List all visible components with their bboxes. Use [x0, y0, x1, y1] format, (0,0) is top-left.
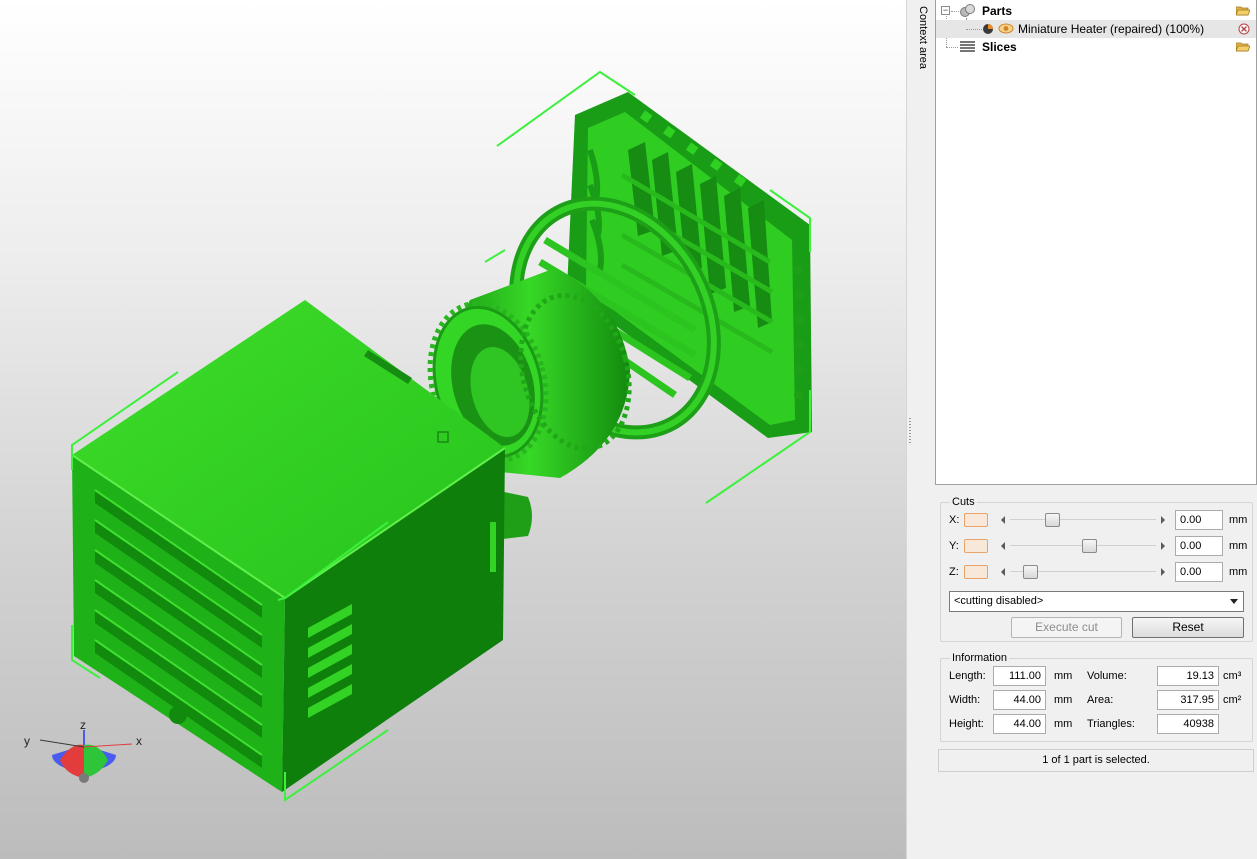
visibility-eye-icon[interactable]: [998, 22, 1014, 35]
height-value: 44.00: [993, 714, 1046, 734]
cut-mode-select[interactable]: <cutting disabled>: [949, 591, 1244, 612]
cut-x-slider-thumb[interactable]: [1045, 513, 1061, 527]
width-unit: mm: [1054, 694, 1073, 706]
panel-splitter[interactable]: [906, 0, 913, 859]
cut-z-value[interactable]: 0.00: [1175, 562, 1223, 582]
part-item-label: Miniature Heater (repaired) (100%): [1018, 22, 1205, 36]
area-value: 317.95: [1157, 690, 1219, 710]
gizmo-x-label: x: [136, 734, 142, 748]
slices-label: Slices: [982, 40, 1017, 54]
axis-gizmo: z y x: [24, 718, 142, 783]
3d-viewport[interactable]: z y x: [0, 0, 906, 859]
triangles-label: Triangles:: [1087, 718, 1135, 730]
width-label: Width:: [949, 694, 981, 706]
area-label: Area:: [1087, 694, 1114, 706]
cut-z-label: Z:: [949, 566, 959, 578]
information-title: Information: [950, 652, 1010, 664]
volume-label: Volume:: [1087, 670, 1127, 682]
length-label: Length:: [949, 670, 986, 682]
gizmo-y-label: y: [24, 734, 30, 748]
volume-value: 19.13: [1157, 666, 1219, 686]
selection-status: 1 of 1 part is selected.: [938, 749, 1254, 772]
height-label: Height:: [949, 718, 984, 730]
cut-x-unit: mm: [1229, 514, 1248, 526]
tree-row-parts[interactable]: − Parts: [936, 2, 1256, 20]
parts-label: Parts: [982, 4, 1013, 18]
part-object-icon: [983, 24, 993, 34]
cut-x-value[interactable]: 0.00: [1175, 510, 1223, 530]
cut-x-slider[interactable]: [998, 513, 1168, 527]
splitter-grip[interactable]: [909, 418, 911, 444]
chevron-down-icon: [1230, 599, 1238, 604]
gizmo-z-label: z: [80, 718, 86, 732]
tree-row-part-item[interactable]: Miniature Heater (repaired) (100%): [936, 20, 1256, 38]
cut-z-slider[interactable]: [998, 565, 1168, 579]
object-tree[interactable]: − Parts Miniature Heater (repaired) (100…: [935, 0, 1257, 485]
cut-y-color-box[interactable]: [964, 539, 988, 553]
cut-y-label: Y:: [949, 540, 959, 552]
parts-icon: [960, 4, 975, 17]
cut-z-color-box[interactable]: [964, 565, 988, 579]
remove-part-icon[interactable]: [1238, 23, 1250, 35]
cut-y-value[interactable]: 0.00: [1175, 536, 1223, 556]
cut-z-unit: mm: [1229, 566, 1248, 578]
slices-icon: [960, 41, 975, 52]
cut-mode-selected: <cutting disabled>: [954, 595, 1044, 607]
parts-folder-icon[interactable]: [1236, 5, 1250, 16]
tree-row-slices[interactable]: Slices: [936, 38, 1256, 56]
height-unit: mm: [1054, 718, 1073, 730]
length-unit: mm: [1054, 670, 1073, 682]
cut-y-slider-thumb[interactable]: [1082, 539, 1098, 553]
execute-cut-button[interactable]: Execute cut: [1011, 617, 1122, 638]
length-value: 111.00: [993, 666, 1046, 686]
area-unit: cm²: [1223, 694, 1242, 706]
triangles-value: 40938: [1157, 714, 1219, 734]
model-render[interactable]: z y x: [0, 0, 906, 859]
reset-button[interactable]: Reset: [1132, 617, 1244, 638]
context-area-tab[interactable]: Context area: [913, 0, 935, 859]
cut-y-unit: mm: [1229, 540, 1248, 552]
cut-x-color-box[interactable]: [964, 513, 988, 527]
width-value: 44.00: [993, 690, 1046, 710]
cut-y-slider[interactable]: [998, 539, 1168, 553]
slices-folder-icon[interactable]: [1236, 41, 1250, 52]
cuts-title: Cuts: [950, 496, 977, 508]
context-area-label: Context area: [917, 6, 929, 69]
cut-x-label: X:: [949, 514, 960, 526]
cut-z-slider-thumb[interactable]: [1023, 565, 1039, 579]
volume-unit: cm³: [1223, 670, 1242, 682]
